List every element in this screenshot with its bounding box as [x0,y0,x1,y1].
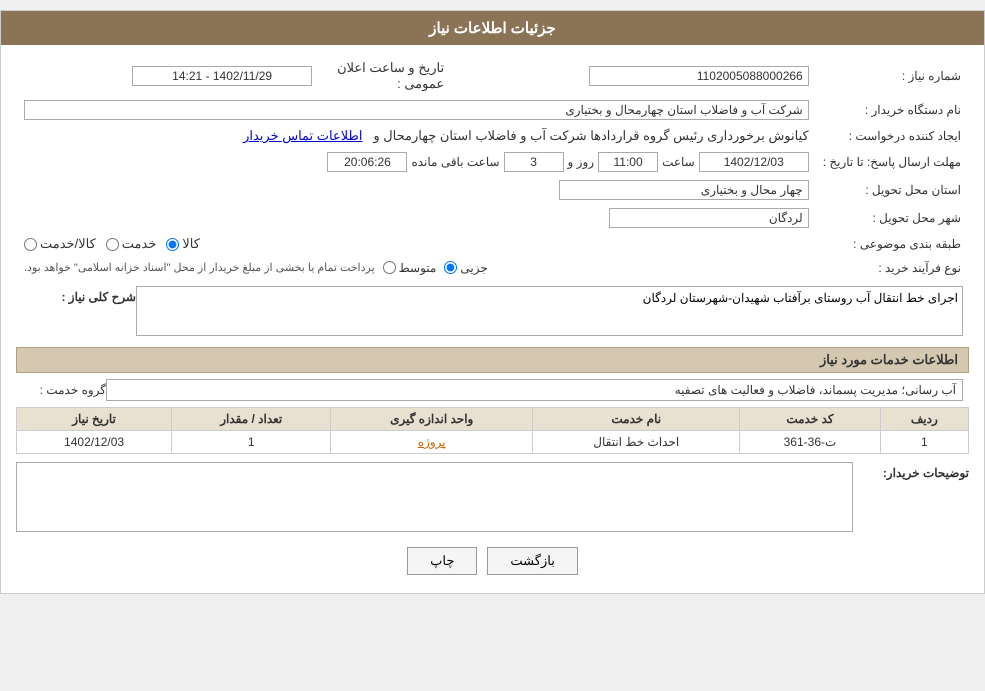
buyer-desc-row: توضیحات خریدار: [16,462,969,535]
need-number-row: شماره نیاز : 1102005088000266 تاریخ و سا… [18,57,967,95]
service-group-row: گروه خدمت : آب رسانی؛ مدیریت پسماند، فاض… [16,379,969,401]
purchase-motavaset-label: متوسط [399,261,437,275]
unit-link[interactable]: پروژه [418,435,446,449]
col-unit: واحد اندازه گیری [331,408,533,431]
col-quantity: تعداد / مقدار [172,408,331,431]
need-description-textarea[interactable] [136,286,963,336]
category-kala-khadamat-radio[interactable] [24,238,37,251]
delivery-province-row: استان محل تحویل : چهار محال و بختیاری [18,177,967,203]
delivery-province-value: چهار محال و بختیاری [559,180,809,200]
delivery-city-value: لردگان [609,208,809,228]
cell-date: 1402/12/03 [17,431,172,454]
service-info-title: اطلاعات خدمات مورد نیاز [16,347,969,373]
category-label: طبقه بندی موضوعی : [817,233,967,255]
service-table: ردیف کد خدمت نام خدمت واحد اندازه گیری ت… [16,407,969,454]
category-value-cell: کالا/خدمت خدمت کالا [18,233,815,255]
purchase-motavaset-option[interactable]: متوسط [383,261,437,275]
delivery-province-value-cell: چهار محال و بختیاری [18,177,815,203]
back-button[interactable]: بازگشت [487,547,577,575]
delivery-city-value-cell: لردگان [18,205,815,231]
content-area: شماره نیاز : 1102005088000266 تاریخ و سا… [1,45,984,593]
purchase-jozei-option[interactable]: جزیی [444,261,487,275]
need-description-label: شرح کلی نیاز : [16,286,136,304]
announce-date-value-cell: 1402/11/29 - 14:21 [18,57,318,95]
service-table-body: 1 ت-36-361 احداث خط انتقال پروژه 1 1402/… [17,431,969,454]
category-kala-option[interactable]: کالا [166,236,200,252]
category-kala-khadamat-label: کالا/خدمت [40,236,96,252]
buyer-desc-textarea[interactable] [16,462,853,532]
category-row: طبقه بندی موضوعی : کالا/خدمت خدمت کالا [18,233,967,255]
service-group-value: آب رسانی؛ مدیریت پسماند، فاضلاب و فعالیت… [106,379,963,401]
creator-row: ایجاد کننده درخواست : کیانوش برخورداری ر… [18,125,967,147]
delivery-city-label: شهر محل تحویل : [817,205,967,231]
creator-link[interactable]: اطلاعات تماس خریدار [243,128,362,143]
delivery-province-label: استان محل تحویل : [817,177,967,203]
service-group-label: گروه خدمت : [16,383,106,397]
col-service-code: کد خدمت [740,408,880,431]
print-button[interactable]: چاپ [407,547,477,575]
remaining-value: 20:06:26 [327,152,407,172]
need-number-value-cell: 1102005088000266 [452,57,815,95]
cell-quantity: 1 [172,431,331,454]
table-row: 1 ت-36-361 احداث خط انتقال پروژه 1 1402/… [17,431,969,454]
buyer-org-value: شرکت آب و فاضلاب استان چهارمحال و بختیار… [24,100,809,120]
need-number-value: 1102005088000266 [589,66,809,86]
remaining-label: ساعت باقی مانده [411,155,499,169]
category-kala-radio[interactable] [166,238,179,251]
cell-service-name: احداث خط انتقال [533,431,740,454]
purchase-note: پرداخت تمام یا بخشی از مبلغ خریدار از مح… [24,261,375,274]
service-table-head: ردیف کد خدمت نام خدمت واحد اندازه گیری ت… [17,408,969,431]
category-khadamat-radio[interactable] [106,238,119,251]
service-table-header-row: ردیف کد خدمت نام خدمت واحد اندازه گیری ت… [17,408,969,431]
purchase-type-row: نوع فرآیند خرید : پرداخت تمام یا بخشی از… [18,257,967,278]
page-header: جزئیات اطلاعات نیاز [1,11,984,45]
announce-date-label: تاریخ و ساعت اعلان عمومی : [320,57,450,95]
main-info-grid: شماره نیاز : 1102005088000266 تاریخ و سا… [16,55,969,280]
cell-unit: پروژه [331,431,533,454]
purchase-jozei-radio[interactable] [444,261,457,274]
category-khadamat-option[interactable]: خدمت [106,236,157,252]
category-kala-label: کالا [182,236,200,252]
purchase-motavaset-radio[interactable] [383,261,396,274]
days-value: 3 [504,152,564,172]
deadline-value-cell: 20:06:26 ساعت باقی مانده 3 روز و 11:00 س… [18,149,815,175]
button-row: بازگشت چاپ [16,547,969,575]
category-khadamat-label: خدمت [122,236,157,252]
category-kala-khadamat-option[interactable]: کالا/خدمت [24,236,96,252]
col-service-name: نام خدمت [533,408,740,431]
purchase-type-value-cell: پرداخت تمام یا بخشی از مبلغ خریدار از مح… [18,257,815,278]
need-desc-row: شرح کلی نیاز : [16,286,969,339]
time-value: 11:00 [598,152,658,172]
days-label: روز و [568,155,595,169]
buyer-org-value-cell: شرکت آب و فاضلاب استان چهارمحال و بختیار… [18,97,815,123]
announce-date-value: 1402/11/29 - 14:21 [132,66,312,86]
buyer-org-label: نام دستگاه خریدار : [817,97,967,123]
purchase-type-label: نوع فرآیند خرید : [817,257,967,278]
time-label: ساعت [662,155,695,169]
buyer-org-row: نام دستگاه خریدار : شرکت آب و فاضلاب است… [18,97,967,123]
send-deadline-label: مهلت ارسال پاسخ: تا تاریخ : [817,149,967,175]
cell-row-num: 1 [880,431,968,454]
page-wrapper: جزئیات اطلاعات نیاز شماره نیاز : 1102005… [0,10,985,594]
date-value: 1402/12/03 [699,152,809,172]
creator-label: ایجاد کننده درخواست : [817,125,967,147]
need-number-label: شماره نیاز : [817,57,967,95]
col-row-num: ردیف [880,408,968,431]
cell-service-code: ت-36-361 [740,431,880,454]
delivery-city-row: شهر محل تحویل : لردگان [18,205,967,231]
creator-value-cell: کیانوش برخورداری رئیس گروه قراردادها شرک… [18,125,815,147]
buyer-desc-container [16,462,853,535]
buyer-desc-label: توضیحات خریدار: [859,462,969,480]
purchase-jozei-label: جزیی [460,261,487,275]
page-title: جزئیات اطلاعات نیاز [429,20,556,37]
need-description-container [136,286,963,339]
col-date: تاریخ نیاز [17,408,172,431]
creator-value: کیانوش برخورداری رئیس گروه قراردادها شرک… [373,128,808,143]
deadline-row: مهلت ارسال پاسخ: تا تاریخ : 20:06:26 ساع… [18,149,967,175]
service-group-value-cell: آب رسانی؛ مدیریت پسماند، فاضلاب و فعالیت… [106,379,963,401]
